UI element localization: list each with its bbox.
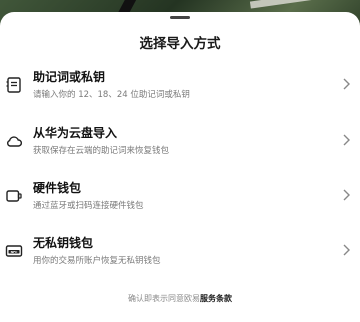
option-huawei-cloud[interactable]: 从华为云盘导入 获取保存在云端的助记词来恢复钱包	[0, 124, 360, 176]
cloud-icon	[7, 136, 23, 147]
option-description: 用你的交易所账户恢复无私钥钱包	[33, 256, 161, 266]
sheet-title: 选择导入方式	[139, 36, 221, 52]
option-hardware-wallet[interactable]: 硬件钱包 通过蓝牙或扫码连接硬件钱包	[0, 179, 360, 231]
option-mnemonic[interactable]: 助记词或私钥 请输入你的 12、18、24 位助记词或私钥	[0, 68, 360, 120]
option-description: 通过蓝牙或扫码连接硬件钱包	[33, 201, 144, 211]
terms-prefix: 确认即表示同意欧易	[128, 294, 200, 303]
option-title: 硬件钱包	[33, 181, 82, 195]
nfc-card-icon: NFC	[5, 245, 23, 257]
chevron-right-icon	[343, 244, 350, 256]
svg-text:NFC: NFC	[11, 250, 19, 254]
option-title: 从华为云盘导入	[33, 126, 118, 140]
import-method-sheet: 选择导入方式 助记词或私钥 请输入你的 12、18、24 位助记词或私钥 从华为…	[0, 12, 360, 322]
chevron-right-icon	[343, 134, 350, 146]
terms-footer: 确认即表示同意欧易服务条款	[0, 293, 360, 304]
backdrop-shape	[249, 0, 331, 9]
option-description: 请输入你的 12、18、24 位助记词或私钥	[33, 90, 190, 100]
option-title: 无私钥钱包	[33, 236, 94, 250]
hardware-wallet-icon	[6, 190, 22, 202]
chevron-right-icon	[343, 189, 350, 201]
drag-handle[interactable]	[170, 16, 190, 19]
terms-link[interactable]: 服务条款	[200, 294, 232, 303]
option-title: 助记词或私钥	[33, 70, 106, 84]
option-description: 获取保存在云端的助记词来恢复钱包	[33, 146, 170, 156]
option-keyless-wallet[interactable]: NFC 无私钥钱包 用你的交易所账户恢复无私钥钱包	[0, 234, 360, 286]
chevron-right-icon	[343, 78, 350, 90]
mnemonic-icon	[6, 77, 21, 93]
